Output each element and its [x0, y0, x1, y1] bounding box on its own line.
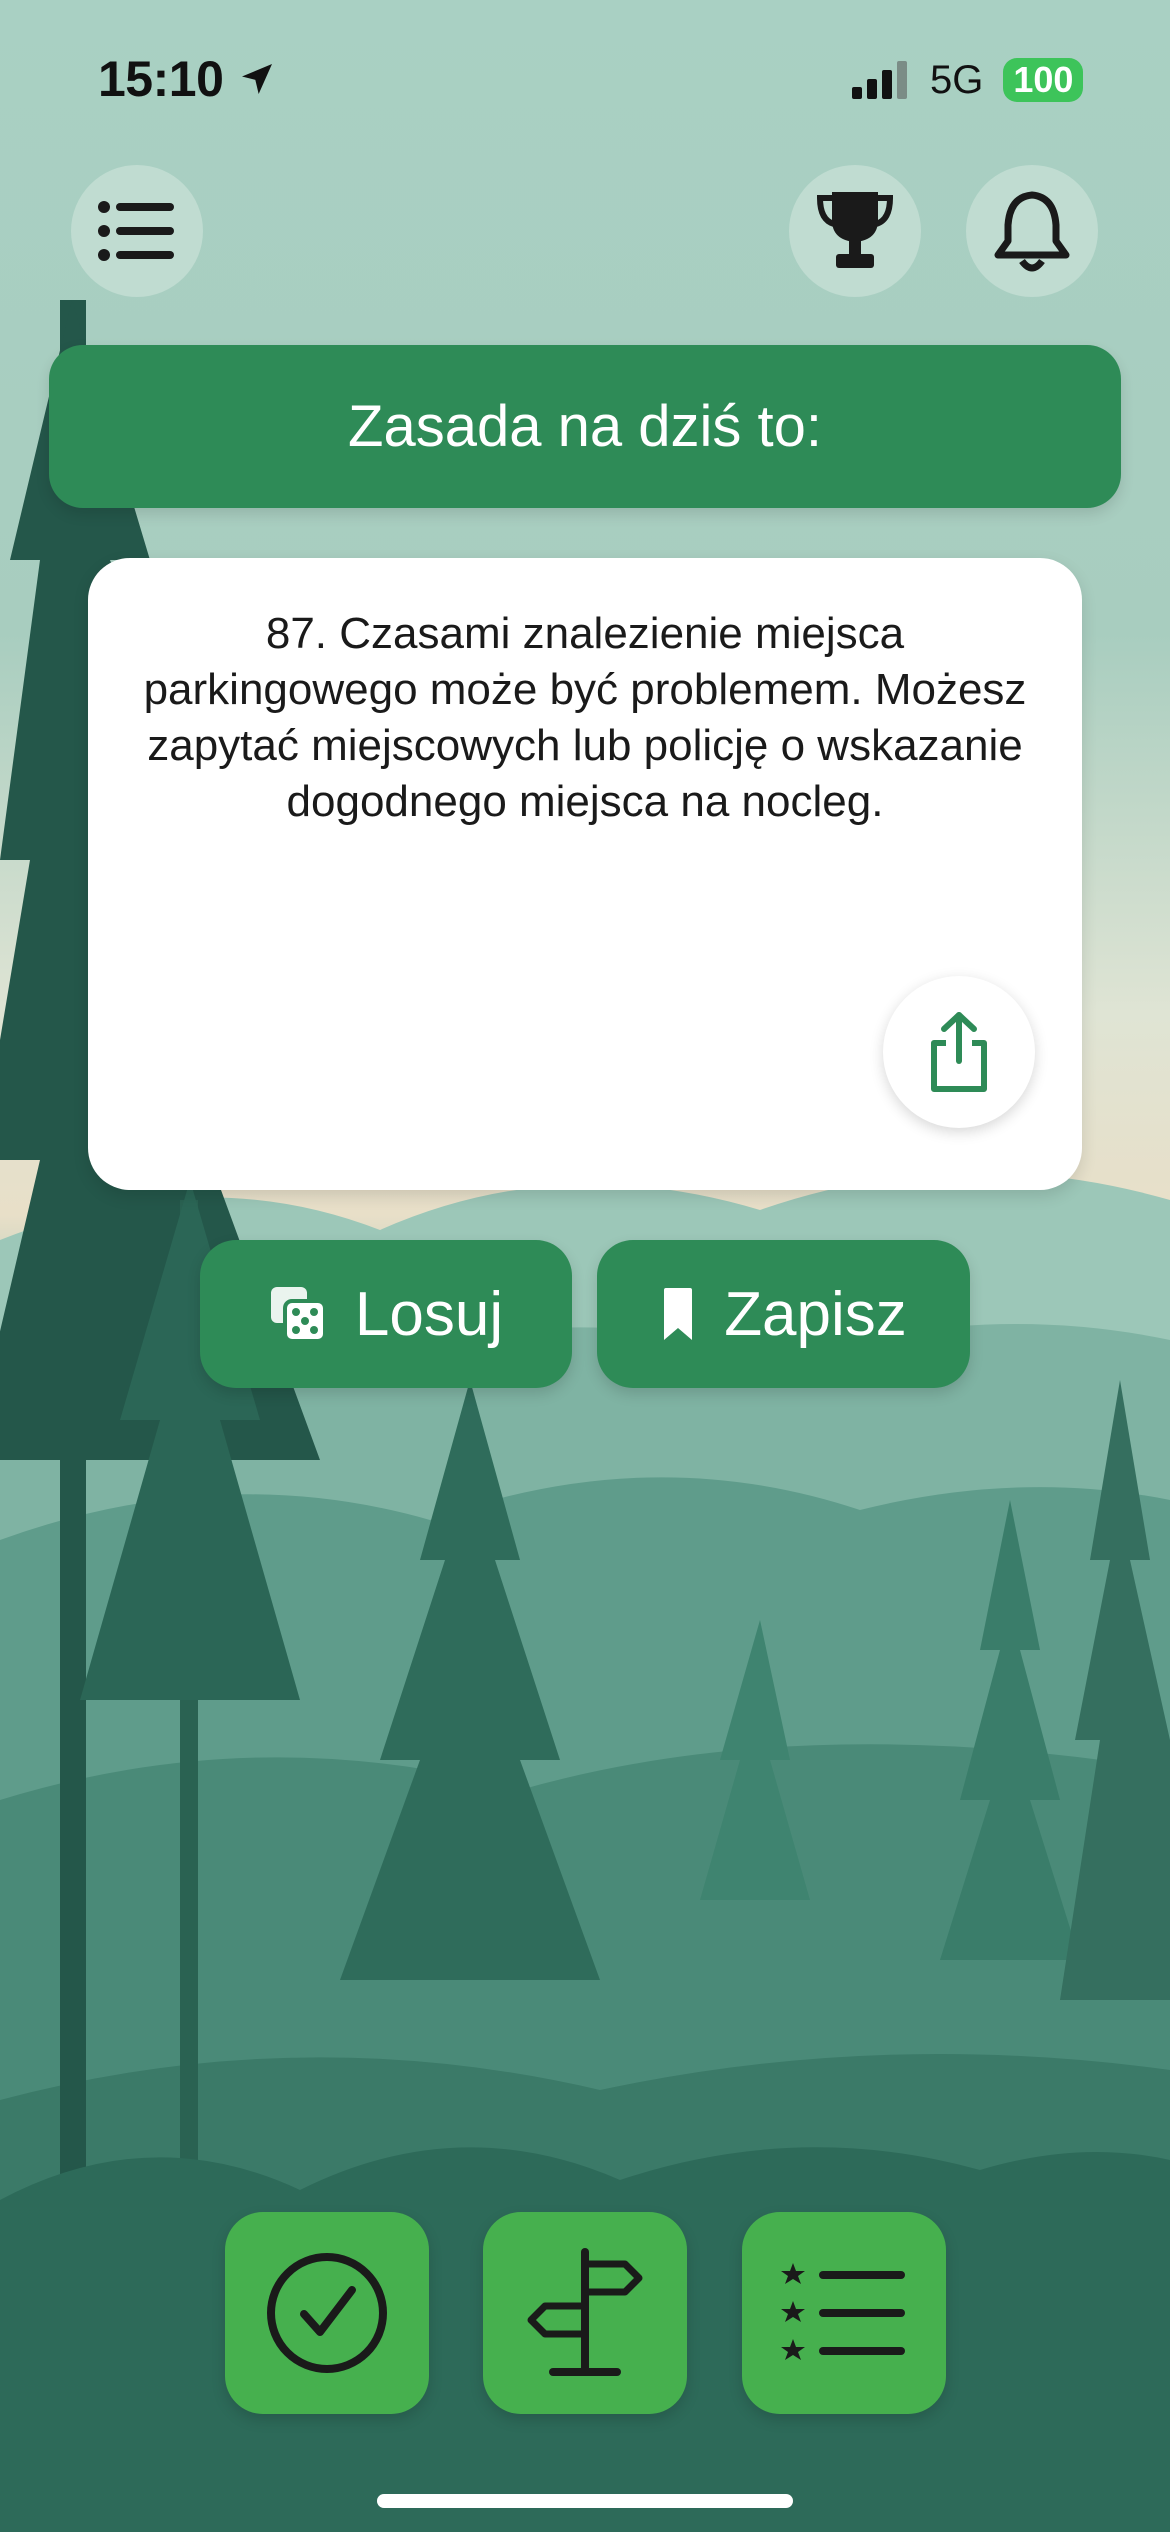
signpost-tile-button[interactable]: [483, 2212, 687, 2414]
battery-level: 100: [1003, 58, 1084, 102]
ranked-list-icon: [781, 2263, 905, 2360]
random-button-label: Losuj: [354, 1279, 504, 1349]
share-icon: [931, 1012, 987, 1092]
banner-title: Zasada na dziś to:: [348, 394, 822, 459]
menu-button[interactable]: [71, 165, 203, 297]
save-button[interactable]: Zapisz: [597, 1240, 970, 1388]
signpost-icon: [527, 2248, 643, 2376]
menu-icon: [98, 201, 174, 261]
save-button-label: Zapisz: [724, 1279, 907, 1349]
rule-text: 87. Czasami znalezienie miejsca parkingo…: [143, 609, 1027, 826]
status-time: 15:10: [98, 48, 277, 110]
share-button[interactable]: [883, 976, 1035, 1128]
status-indicators: 5G 100: [852, 52, 1084, 108]
signal-icon: [852, 61, 907, 99]
random-button[interactable]: Losuj: [200, 1240, 572, 1388]
home-indicator[interactable]: [377, 2494, 793, 2508]
check-circle-icon: [267, 2253, 387, 2373]
trophy-button[interactable]: [789, 165, 921, 297]
trophy-icon: [816, 192, 894, 268]
dice-icon: [270, 1287, 327, 1343]
location-arrow-icon: [242, 64, 273, 94]
ranked-list-tile-button[interactable]: [742, 2212, 946, 2414]
daily-rule-banner: Zasada na dziś to:: [49, 345, 1121, 508]
bell-icon: [994, 191, 1070, 272]
rule-card: 87. Czasami znalezienie miejsca parkingo…: [88, 558, 1082, 1190]
notifications-button[interactable]: [966, 165, 1098, 297]
bookmark-icon: [664, 1288, 693, 1340]
status-time-label: 15:10: [98, 51, 224, 107]
network-type: 5G: [930, 57, 984, 102]
done-tile-button[interactable]: [225, 2212, 429, 2414]
